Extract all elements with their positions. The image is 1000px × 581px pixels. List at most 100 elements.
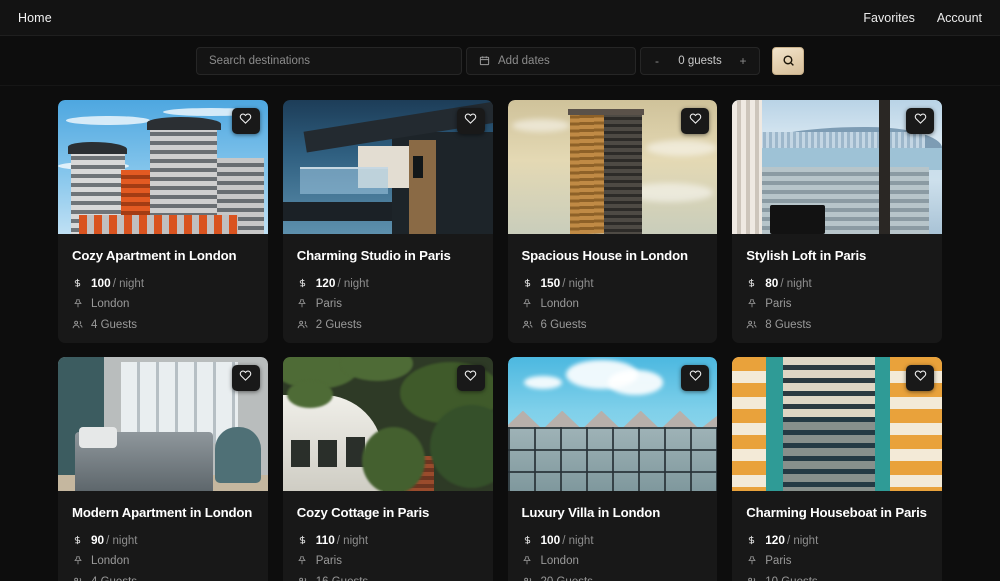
listing-price: 90 xyxy=(91,533,104,547)
listing-details: Cozy Apartment in London 100/ night Lond… xyxy=(58,234,268,343)
listing-details: Cozy Cottage in Paris 110/ night Paris 1… xyxy=(283,491,493,581)
listing-photo xyxy=(732,357,942,491)
listing-price-row: 120/ night xyxy=(746,533,928,546)
guests-increment-button[interactable]: + xyxy=(737,54,749,68)
listing-title: Luxury Villa in London xyxy=(522,505,704,520)
listing-card[interactable]: Charming Houseboat in Paris 120/ night P… xyxy=(732,357,942,581)
dollar-icon xyxy=(746,277,757,289)
heart-icon xyxy=(689,369,702,387)
listing-price-unit: / night xyxy=(113,278,144,290)
listing-guests: 10 Guests xyxy=(765,576,817,581)
dollar-icon xyxy=(522,277,533,289)
dollar-icon xyxy=(522,534,533,546)
listing-photo xyxy=(58,100,268,234)
dollar-icon xyxy=(72,277,83,289)
listing-guests-row: 8 Guests xyxy=(746,318,928,331)
listing-price: 120 xyxy=(765,533,785,547)
listing-guests: 4 Guests xyxy=(91,319,137,331)
nav-link-favorites[interactable]: Favorites xyxy=(863,11,914,25)
listing-card[interactable]: Luxury Villa in London 100/ night London… xyxy=(508,357,718,581)
listing-price-row: 80/ night xyxy=(746,276,928,289)
listing-price: 100 xyxy=(91,276,111,290)
heart-icon xyxy=(464,369,477,387)
listing-card[interactable]: Modern Apartment in London 90/ night Lon… xyxy=(58,357,268,581)
guests-count-value: 0 guests xyxy=(678,55,721,67)
listing-location-row: London xyxy=(72,297,254,310)
map-pin-icon xyxy=(746,298,757,309)
listing-location-row: Paris xyxy=(746,554,928,567)
favorite-button[interactable] xyxy=(906,108,934,134)
listing-price-row: 90/ night xyxy=(72,533,254,546)
listing-details: Modern Apartment in London 90/ night Lon… xyxy=(58,491,268,581)
listing-price: 100 xyxy=(541,533,561,547)
listing-details: Luxury Villa in London 100/ night London… xyxy=(508,491,718,581)
users-icon xyxy=(522,319,533,330)
map-pin-icon xyxy=(297,298,308,309)
favorite-button[interactable] xyxy=(906,365,934,391)
listing-photo xyxy=(58,357,268,491)
listing-details: Spacious House in London 150/ night Lond… xyxy=(508,234,718,343)
listing-card[interactable]: Spacious House in London 150/ night Lond… xyxy=(508,100,718,343)
listing-location: London xyxy=(541,555,579,567)
listing-guests-row: 4 Guests xyxy=(72,318,254,331)
listing-price-unit: / night xyxy=(787,535,818,547)
favorite-button[interactable] xyxy=(681,108,709,134)
dollar-icon xyxy=(72,534,83,546)
map-pin-icon xyxy=(297,555,308,566)
listing-price-unit: / night xyxy=(562,535,593,547)
listing-location: Paris xyxy=(765,298,791,310)
listing-card[interactable]: Charming Studio in Paris 120/ night Pari… xyxy=(283,100,493,343)
listing-card[interactable]: Cozy Apartment in London 100/ night Lond… xyxy=(58,100,268,343)
listing-card[interactable]: Cozy Cottage in Paris 110/ night Paris 1… xyxy=(283,357,493,581)
listing-title: Spacious House in London xyxy=(522,248,704,263)
heart-icon xyxy=(689,112,702,130)
listing-location-row: Paris xyxy=(297,297,479,310)
listing-title: Cozy Apartment in London xyxy=(72,248,254,263)
nav-link-home[interactable]: Home xyxy=(18,11,52,25)
listing-location: London xyxy=(91,298,129,310)
search-bar-section: Search destinations Add dates - 0 guests… xyxy=(0,36,1000,86)
listing-guests-row: 20 Guests xyxy=(522,575,704,581)
listing-price-unit: / night xyxy=(106,535,137,547)
listing-price-unit: / night xyxy=(562,278,593,290)
listing-guests: 8 Guests xyxy=(765,319,811,331)
favorite-button[interactable] xyxy=(681,365,709,391)
listing-location-row: London xyxy=(522,554,704,567)
users-icon xyxy=(746,576,757,581)
favorite-button[interactable] xyxy=(232,365,260,391)
listing-location: Paris xyxy=(316,298,342,310)
listing-title: Charming Houseboat in Paris xyxy=(746,505,928,520)
listing-location: London xyxy=(91,555,129,567)
nav-right-group: Favorites Account xyxy=(863,11,982,25)
dollar-icon xyxy=(746,534,757,546)
listing-guests: 20 Guests xyxy=(541,576,593,581)
listing-title: Modern Apartment in London xyxy=(72,505,254,520)
favorite-button[interactable] xyxy=(232,108,260,134)
listing-price-row: 100/ night xyxy=(522,533,704,546)
heart-icon xyxy=(239,369,252,387)
date-picker-label: Add dates xyxy=(498,55,550,67)
top-navigation-bar: Home Favorites Account xyxy=(0,0,1000,36)
listing-price: 110 xyxy=(316,533,335,547)
nav-link-account[interactable]: Account xyxy=(937,11,982,25)
listing-location-row: Paris xyxy=(746,297,928,310)
favorite-button[interactable] xyxy=(457,365,485,391)
listing-location: London xyxy=(541,298,579,310)
favorite-button[interactable] xyxy=(457,108,485,134)
listing-card[interactable]: Stylish Loft in Paris 80/ night Paris 8 … xyxy=(732,100,942,343)
listing-details: Stylish Loft in Paris 80/ night Paris 8 … xyxy=(732,234,942,343)
listing-details: Charming Studio in Paris 120/ night Pari… xyxy=(283,234,493,343)
destination-input[interactable]: Search destinations xyxy=(196,47,462,75)
listing-title: Charming Studio in Paris xyxy=(297,248,479,263)
date-picker-field[interactable]: Add dates xyxy=(466,47,636,75)
map-pin-icon xyxy=(72,298,83,309)
listing-title: Cozy Cottage in Paris xyxy=(297,505,479,520)
listing-price: 150 xyxy=(541,276,561,290)
listing-price-row: 100/ night xyxy=(72,276,254,289)
listing-guests-row: 10 Guests xyxy=(746,575,928,581)
search-button[interactable] xyxy=(772,47,804,75)
listing-price-unit: / night xyxy=(337,535,368,547)
guests-decrement-button[interactable]: - xyxy=(651,54,663,68)
listing-details: Charming Houseboat in Paris 120/ night P… xyxy=(732,491,942,581)
guests-stepper[interactable]: - 0 guests + xyxy=(640,47,760,75)
